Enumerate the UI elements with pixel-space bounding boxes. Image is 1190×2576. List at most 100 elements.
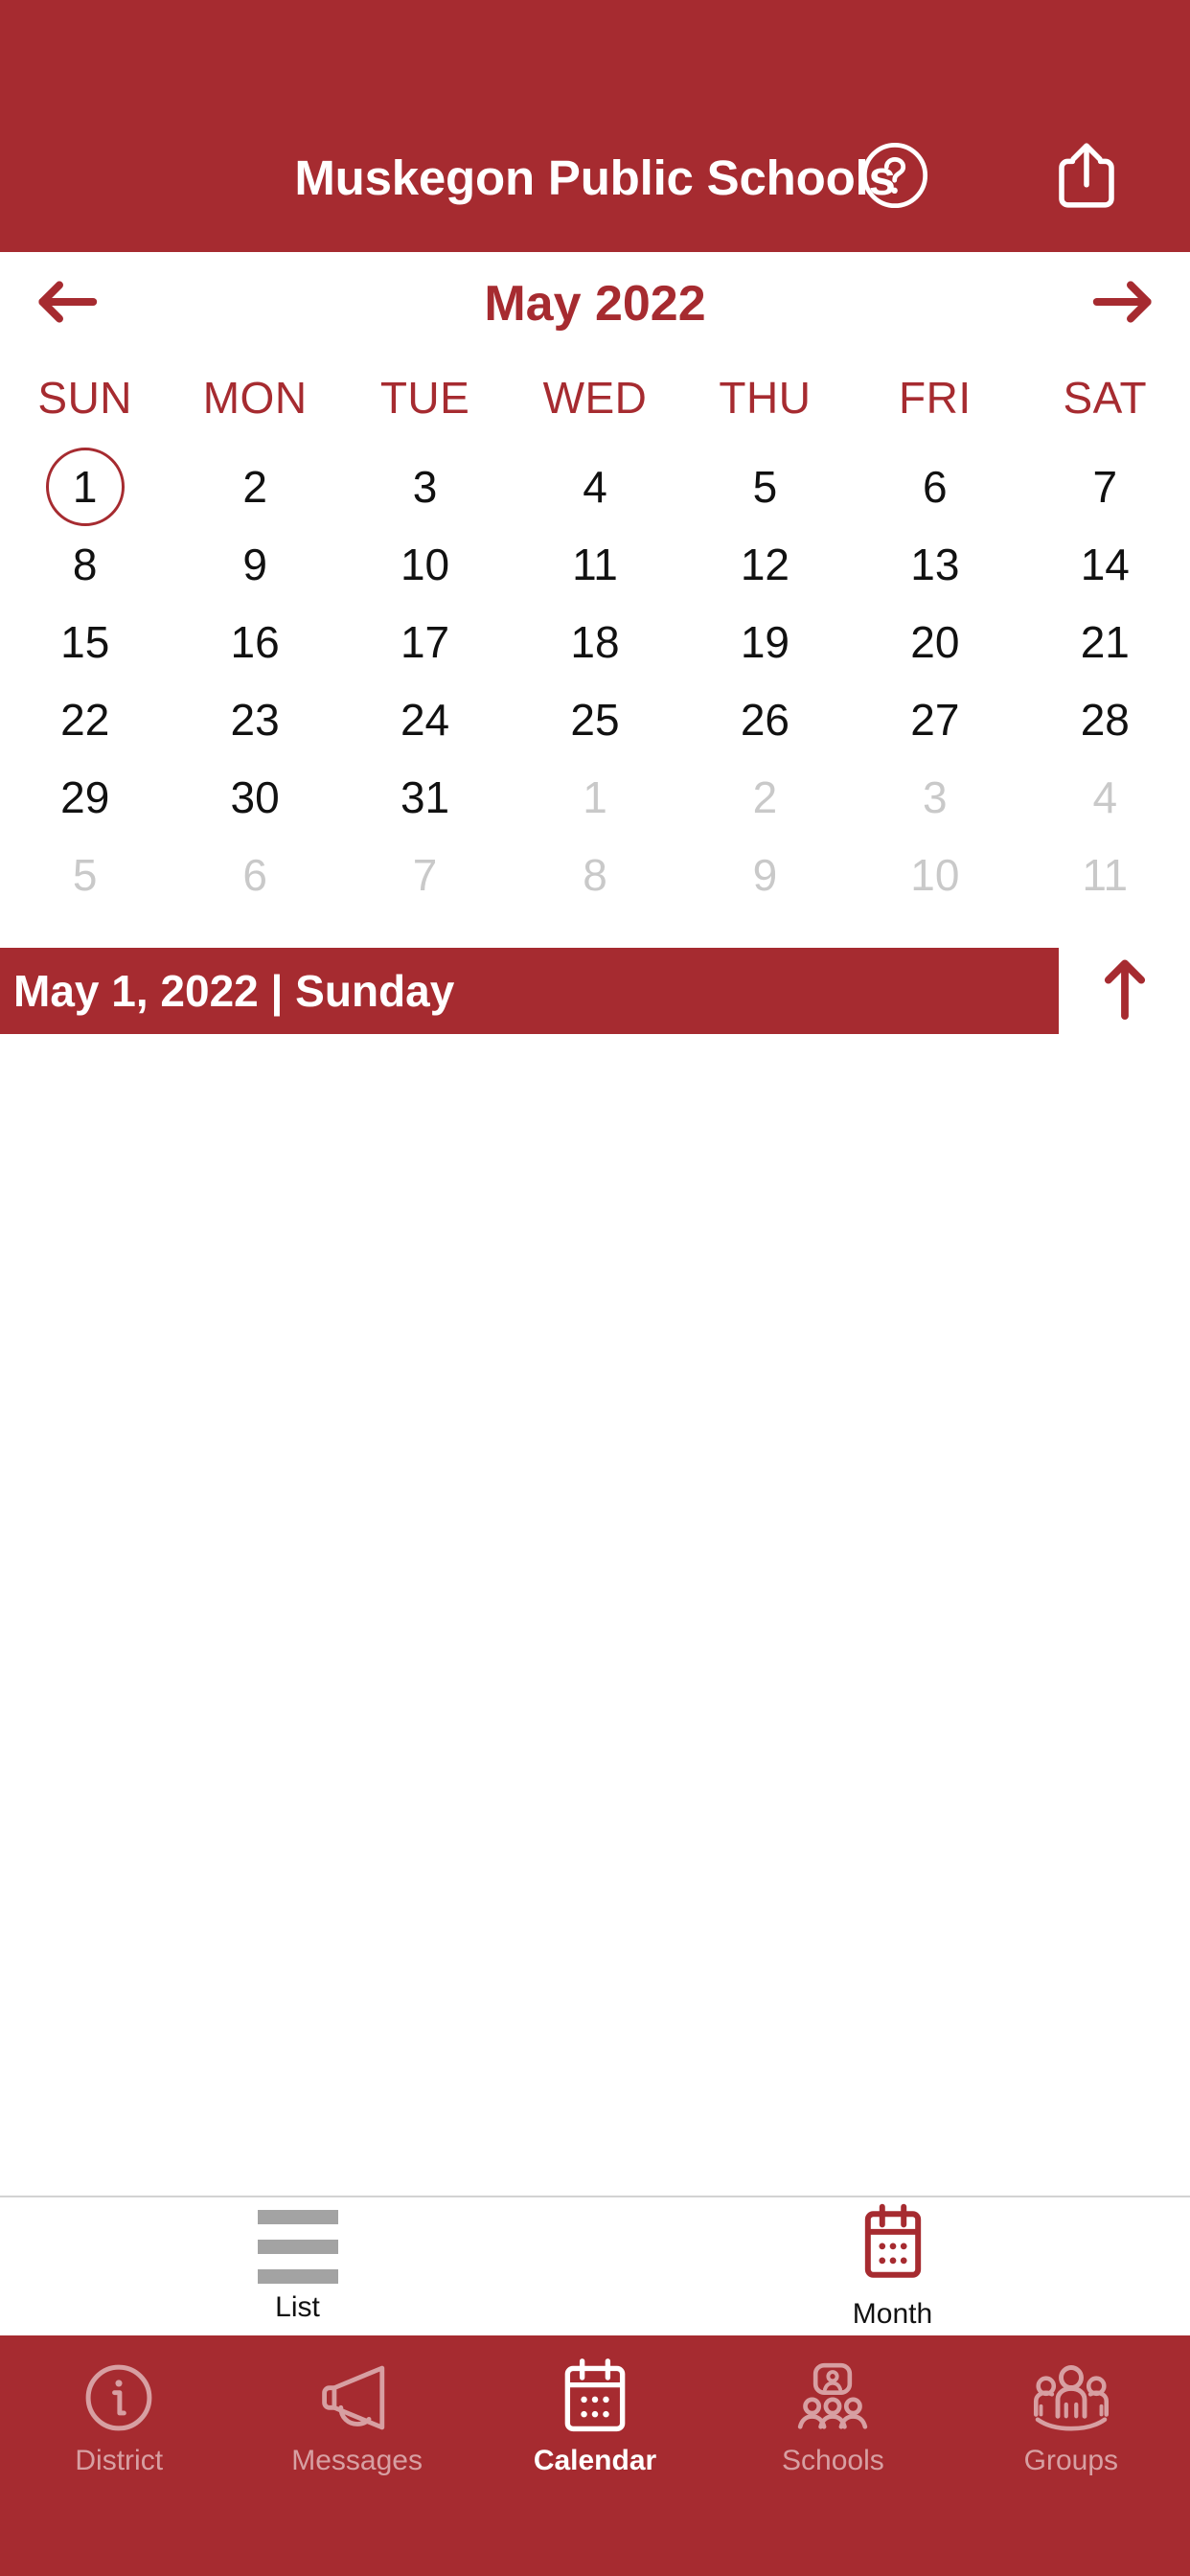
tab-groups[interactable]: Groups <box>952 2357 1190 2477</box>
selected-date-label: May 1, 2022 | Sunday <box>13 966 455 1016</box>
day-cell[interactable]: 31 <box>340 758 510 836</box>
day-cell[interactable]: 11 <box>510 525 679 603</box>
day-number: 2 <box>242 461 267 512</box>
day-cell[interactable]: 6 <box>850 448 1019 525</box>
day-number: 21 <box>1080 616 1130 667</box>
selected-date-banner-row: May 1, 2022 | Sunday <box>0 948 1190 1034</box>
day-number: 18 <box>570 616 620 667</box>
schools-icon <box>793 2357 872 2439</box>
bottom-tab-bar: District Messages Calendar Schools Group… <box>0 2335 1190 2576</box>
previous-month-button[interactable] <box>24 261 110 347</box>
day-cell[interactable]: 5 <box>680 448 850 525</box>
help-button[interactable] <box>855 137 935 218</box>
weekday-header-row: SUN MON TUE WED THU FRI SAT <box>0 356 1190 440</box>
day-cell[interactable]: 20 <box>850 603 1019 680</box>
day-cell[interactable]: 9 <box>680 836 850 913</box>
day-number: 9 <box>752 849 778 900</box>
day-cell[interactable]: 8 <box>510 836 679 913</box>
day-cell[interactable]: 4 <box>1020 758 1190 836</box>
tab-schools-label: Schools <box>782 2445 884 2476</box>
weekday-label-mon: MON <box>202 373 308 423</box>
day-cell[interactable]: 2 <box>680 758 850 836</box>
next-month-button[interactable] <box>1080 261 1166 347</box>
day-cell[interactable]: 19 <box>680 603 850 680</box>
day-cell[interactable]: 26 <box>680 680 850 758</box>
day-cell[interactable]: 22 <box>0 680 170 758</box>
day-cell[interactable]: 10 <box>850 836 1019 913</box>
share-button[interactable] <box>1046 137 1127 218</box>
day-cell[interactable]: 3 <box>340 448 510 525</box>
day-cell[interactable]: 7 <box>340 836 510 913</box>
weekday-label-thu: THU <box>719 373 812 423</box>
calendar-day-grid[interactable]: 1 2 3 4 5 6 7 8 9 10 11 12 13 14 15 16 17 18 19 20 21 22 23 24 2… <box>0 448 1190 913</box>
day-number: 10 <box>910 849 960 900</box>
day-number: 28 <box>1080 694 1130 745</box>
day-cell[interactable]: 30 <box>170 758 339 836</box>
view-toggle-month[interactable]: Month <box>595 2197 1190 2335</box>
view-toggle-list[interactable]: List <box>0 2197 595 2335</box>
page-title: Muskegon Public Schools <box>294 150 896 205</box>
day-cell[interactable]: 27 <box>850 680 1019 758</box>
day-cell[interactable]: 25 <box>510 680 679 758</box>
month-navigation: May 2022 <box>0 252 1190 356</box>
day-number: 2 <box>752 771 778 822</box>
day-number: 20 <box>910 616 960 667</box>
day-cell[interactable]: 17 <box>340 603 510 680</box>
tab-calendar[interactable]: Calendar <box>476 2357 714 2477</box>
event-list-area <box>0 1034 1190 2196</box>
day-number: 17 <box>400 616 450 667</box>
day-number: 8 <box>72 539 98 589</box>
day-number: 23 <box>230 694 280 745</box>
day-cell[interactable]: 8 <box>0 525 170 603</box>
weekday-label-tue: TUE <box>379 373 470 423</box>
month-title: May 2022 <box>484 276 706 332</box>
day-cell[interactable]: 3 <box>850 758 1019 836</box>
calendar-month-icon <box>858 2203 927 2290</box>
day-number: 8 <box>583 849 607 900</box>
day-cell[interactable]: 1 <box>0 448 170 525</box>
scroll-up-button[interactable] <box>1059 957 1190 1025</box>
day-cell[interactable]: 1 <box>510 758 679 836</box>
day-number: 4 <box>583 461 607 512</box>
day-cell[interactable]: 24 <box>340 680 510 758</box>
day-cell[interactable]: 6 <box>170 836 339 913</box>
day-cell[interactable]: 15 <box>0 603 170 680</box>
day-number: 29 <box>60 771 110 822</box>
day-cell[interactable]: 11 <box>1020 836 1190 913</box>
day-number: 4 <box>1092 771 1118 822</box>
day-cell[interactable]: 5 <box>0 836 170 913</box>
tab-schools[interactable]: Schools <box>714 2357 951 2477</box>
day-cell[interactable]: 18 <box>510 603 679 680</box>
day-cell[interactable]: 9 <box>170 525 339 603</box>
tab-messages[interactable]: Messages <box>238 2357 475 2477</box>
tab-calendar-label: Calendar <box>533 2445 657 2476</box>
day-cell[interactable]: 2 <box>170 448 339 525</box>
list-lines-icon <box>257 2209 338 2284</box>
day-cell[interactable]: 13 <box>850 525 1019 603</box>
day-number: 27 <box>910 694 960 745</box>
day-number: 6 <box>242 849 267 900</box>
day-cell[interactable]: 23 <box>170 680 339 758</box>
day-cell[interactable]: 14 <box>1020 525 1190 603</box>
day-number: 22 <box>60 694 110 745</box>
day-number: 16 <box>230 616 280 667</box>
day-number: 7 <box>412 849 438 900</box>
day-number: 10 <box>400 539 450 589</box>
weekday-label-fri: FRI <box>899 373 972 423</box>
day-number: 5 <box>72 849 98 900</box>
day-cell[interactable]: 28 <box>1020 680 1190 758</box>
share-icon <box>1051 138 1122 218</box>
header-content: Muskegon Public Schools <box>0 131 1190 223</box>
day-cell[interactable]: 12 <box>680 525 850 603</box>
tab-messages-label: Messages <box>291 2445 423 2476</box>
arrow-left-icon <box>36 277 98 332</box>
day-cell[interactable]: 4 <box>510 448 679 525</box>
day-cell[interactable]: 10 <box>340 525 510 603</box>
day-cell[interactable]: 16 <box>170 603 339 680</box>
day-cell[interactable]: 7 <box>1020 448 1190 525</box>
tab-district[interactable]: District <box>0 2357 238 2477</box>
day-cell[interactable]: 29 <box>0 758 170 836</box>
view-toggle-list-label: List <box>275 2290 320 2323</box>
day-cell[interactable]: 21 <box>1020 603 1190 680</box>
arrow-up-icon <box>1101 957 1149 1025</box>
